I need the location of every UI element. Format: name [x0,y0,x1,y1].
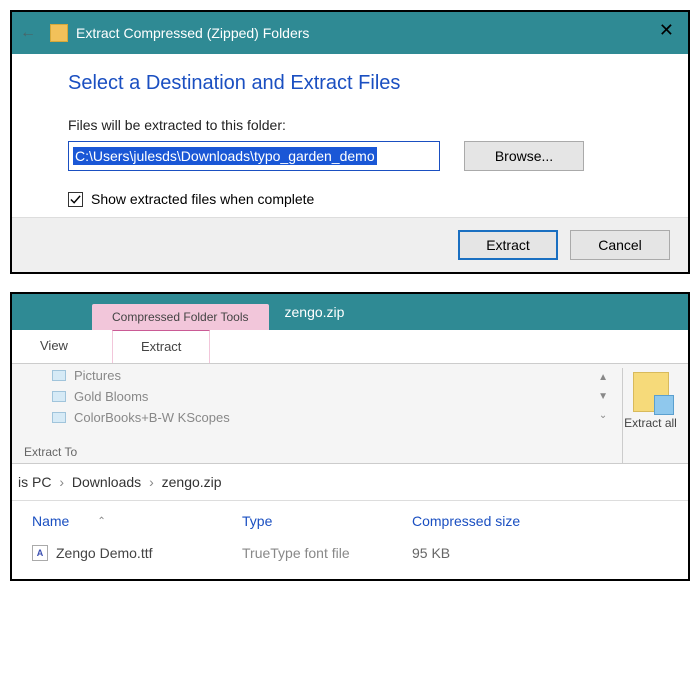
destination-gallery[interactable]: Pictures Gold Blooms ColorBooks+B-W KSco… [52,368,594,463]
column-header-name[interactable]: Name ⌃ [32,513,242,529]
sort-ascending-icon: ⌃ [97,516,105,527]
chevron-right-icon: › [149,474,154,490]
chevron-down-icon[interactable]: ▼ [598,391,608,402]
breadcrumb[interactable]: is PC › Downloads › zengo.zip [12,464,688,501]
extract-all-label: Extract all [623,416,678,430]
show-files-checkbox-row[interactable]: Show extracted files when complete [68,191,654,207]
extract-dialog: ← Extract Compressed (Zipped) Folders ✕ … [10,10,690,274]
window-title: zengo.zip [285,304,345,320]
destination-label: Gold Blooms [74,389,148,404]
checkbox-icon[interactable] [68,192,83,207]
dropdown-icon[interactable]: ⌄ [599,410,607,421]
destination-path-input[interactable]: C:\Users\julesds\Downloads\typo_garden_d… [68,141,440,171]
dialog-heading: Select a Destination and Extract Files [68,72,654,95]
file-row[interactable]: A Zengo Demo.ttf TrueType font file 95 K… [12,535,688,579]
extract-button[interactable]: Extract [458,230,558,260]
chevron-up-icon[interactable]: ▲ [598,372,608,383]
ribbon-group-label: Extract To [24,445,77,459]
destination-item[interactable]: Pictures [52,368,594,383]
zip-folder-icon [50,24,68,42]
column-header-type[interactable]: Type [242,513,412,529]
path-row: C:\Users\julesds\Downloads\typo_garden_d… [68,141,654,171]
dialog-titlebar: ← Extract Compressed (Zipped) Folders ✕ [12,12,688,54]
path-label: Files will be extracted to this folder: [68,117,654,133]
context-tab[interactable]: Compressed Folder Tools [92,304,269,330]
gallery-scroll[interactable]: ▲ ▼ ⌄ [594,368,622,463]
file-type: TrueType font file [242,545,412,561]
dialog-title: Extract Compressed (Zipped) Folders [76,25,309,41]
chevron-right-icon: › [59,474,64,490]
selected-path-text: C:\Users\julesds\Downloads\typo_garden_d… [73,147,377,165]
extract-all-icon [633,372,669,412]
folder-icon [52,370,66,381]
destination-item[interactable]: Gold Blooms [52,389,594,404]
dialog-button-bar: Extract Cancel [12,217,688,272]
folder-icon [52,412,66,423]
ribbon-header: Compressed Folder Tools zengo.zip [12,294,688,330]
back-arrow-icon[interactable]: ← [20,24,36,42]
ribbon-body: Pictures Gold Blooms ColorBooks+B-W KSco… [12,364,688,464]
explorer-window: Compressed Folder Tools zengo.zip View E… [10,292,690,581]
ribbon-tabs: View Extract [12,330,688,364]
browse-button[interactable]: Browse... [464,141,584,171]
destination-label: Pictures [74,368,121,383]
folder-icon [52,391,66,402]
breadcrumb-segment[interactable]: is PC [18,474,51,490]
breadcrumb-segment[interactable]: Downloads [72,474,141,490]
cancel-button[interactable]: Cancel [570,230,670,260]
dialog-body: Select a Destination and Extract Files F… [12,54,688,217]
close-icon[interactable]: ✕ [659,20,674,41]
column-header-size[interactable]: Compressed size [412,513,668,529]
column-headers: Name ⌃ Type Compressed size [12,501,688,535]
destination-item[interactable]: ColorBooks+B-W KScopes [52,410,594,425]
font-file-icon: A [32,545,48,561]
tab-extract[interactable]: Extract [112,330,210,363]
destination-label: ColorBooks+B-W KScopes [74,410,230,425]
checkbox-label: Show extracted files when complete [91,191,314,207]
tab-view[interactable]: View [12,330,96,363]
file-name: Zengo Demo.ttf [56,545,153,561]
extract-all-button[interactable]: Extract all [622,368,678,463]
breadcrumb-segment[interactable]: zengo.zip [162,474,222,490]
file-size: 95 KB [412,545,668,561]
